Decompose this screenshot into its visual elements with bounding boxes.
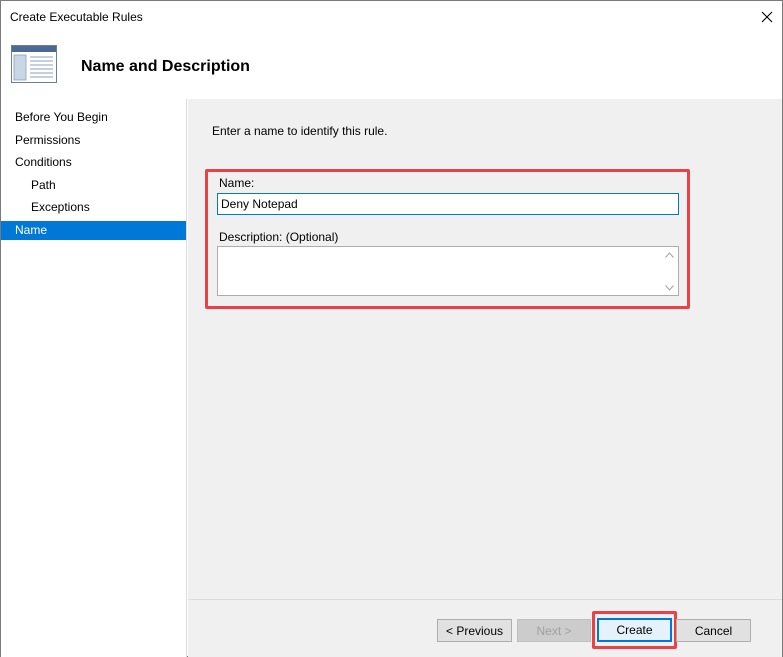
step-exceptions[interactable]: Exceptions — [1, 198, 186, 217]
wizard-header: Name and Description — [1, 32, 782, 98]
step-conditions[interactable]: Conditions — [1, 153, 186, 172]
window-title: Create Executable Rules — [10, 10, 143, 24]
instruction-text: Enter a name to identify this rule. — [212, 124, 388, 138]
step-path[interactable]: Path — [1, 176, 186, 195]
name-field[interactable] — [217, 193, 679, 215]
description-scrollbar[interactable] — [661, 247, 678, 295]
dialog-window: Create Executable Rules Name and Descrip… — [0, 0, 783, 657]
scroll-down-icon[interactable] — [665, 283, 674, 292]
title-bar: Create Executable Rules — [1, 1, 782, 32]
wizard-page-icon — [11, 45, 57, 83]
close-icon — [761, 11, 773, 22]
wizard-step-list: Before You Begin Permissions Conditions … — [1, 99, 187, 657]
next-button[interactable]: Next > — [517, 619, 591, 642]
previous-button[interactable]: < Previous — [437, 619, 512, 642]
button-bar: < Previous Next > Create Cancel — [188, 599, 782, 657]
close-button[interactable] — [752, 1, 782, 32]
step-permissions[interactable]: Permissions — [1, 131, 186, 150]
scroll-up-icon[interactable] — [665, 250, 674, 259]
name-label: Name: — [219, 176, 255, 190]
wizard-content: Enter a name to identify this rule. Name… — [188, 99, 782, 599]
description-box — [217, 246, 679, 296]
description-label: Description: (Optional) — [219, 230, 339, 244]
page-title: Name and Description — [81, 58, 250, 75]
description-field[interactable] — [218, 247, 662, 295]
step-name[interactable]: Name — [1, 221, 186, 240]
cancel-button[interactable]: Cancel — [676, 619, 751, 642]
create-button[interactable]: Create — [597, 618, 672, 642]
step-before-you-begin[interactable]: Before You Begin — [1, 108, 186, 127]
